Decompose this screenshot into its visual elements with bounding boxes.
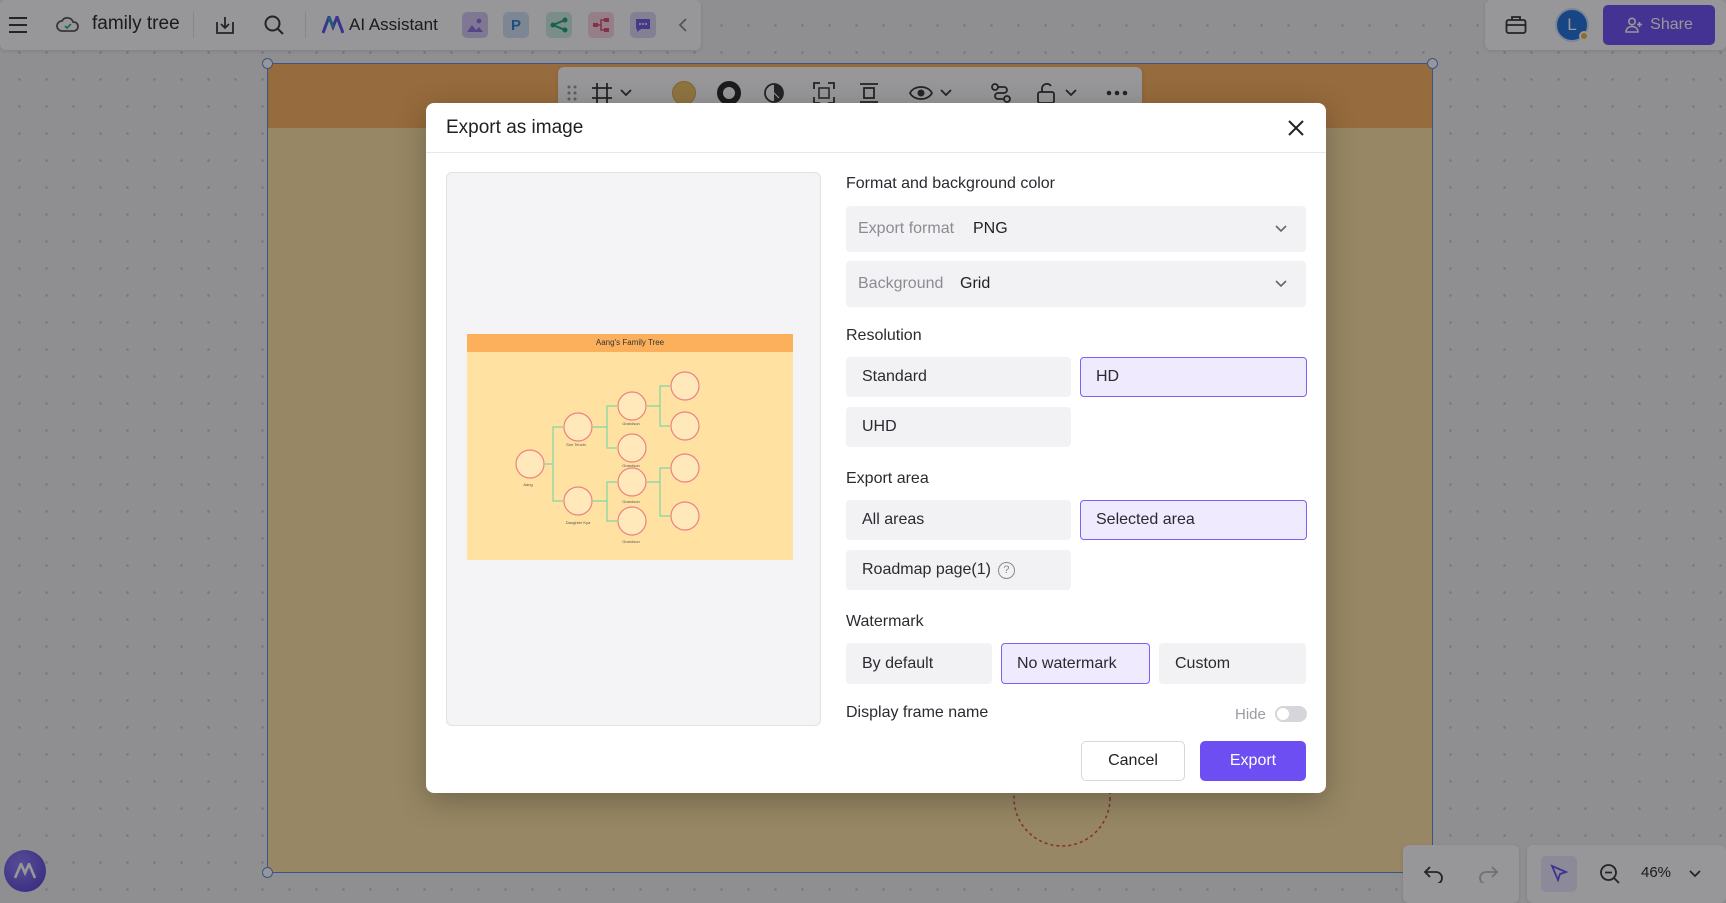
- dialog-title: Export as image: [446, 117, 584, 138]
- watermark-custom-option[interactable]: Custom: [1159, 643, 1306, 684]
- display-frame-name-label: Display frame name: [846, 704, 989, 721]
- area-roadmap-label: Roadmap page(1): [862, 561, 991, 578]
- format-section-title: Format and background color: [846, 175, 1055, 192]
- preview-node-label: Grandson: [622, 421, 640, 426]
- resolution-standard-option[interactable]: Standard: [846, 357, 1071, 397]
- export-button[interactable]: Export: [1200, 741, 1306, 781]
- preview-title: Aang's Family Tree: [467, 334, 793, 352]
- export-format-select[interactable]: Export format PNG: [846, 206, 1306, 252]
- toggle-label: Hide: [1235, 706, 1266, 723]
- watermark-none-option[interactable]: No watermark: [1001, 643, 1150, 684]
- watermark-section-title: Watermark: [846, 613, 924, 630]
- export-format-label: Export format: [858, 220, 955, 237]
- preview-thumbnail: Aang's Family Tree Aang Son Tenzin Daugh…: [467, 334, 793, 560]
- resolution-section-title: Resolution: [846, 327, 922, 344]
- preview-family-tree: Aang Son Tenzin Daughter Kya Grandson Gr…: [515, 371, 700, 544]
- export-area-section-title: Export area: [846, 470, 929, 487]
- area-roadmap-option[interactable]: Roadmap page(1) ?: [846, 550, 1071, 590]
- export-format-value: PNG: [973, 220, 1008, 237]
- dialog-header: Export as image: [426, 103, 1326, 153]
- background-label: Background: [858, 275, 944, 292]
- preview-node-label: Grandson: [622, 499, 640, 504]
- preview-node-label: Son Tenzin: [566, 442, 586, 447]
- resolution-uhd-option[interactable]: UHD: [846, 407, 1071, 447]
- area-all-option[interactable]: All areas: [846, 500, 1071, 540]
- preview-node-label: Grandson: [622, 539, 640, 544]
- close-icon[interactable]: [1284, 116, 1308, 140]
- preview-node-label: Daughter Kya: [566, 520, 591, 525]
- preview-node-label: Grandson: [622, 463, 640, 468]
- toggle-knob: [1277, 708, 1289, 720]
- cancel-button[interactable]: Cancel: [1081, 741, 1185, 781]
- chevron-down-icon: [1273, 276, 1289, 292]
- watermark-default-option[interactable]: By default: [846, 643, 992, 684]
- resolution-hd-option[interactable]: HD: [1080, 357, 1307, 397]
- background-value: Grid: [960, 275, 991, 292]
- help-icon[interactable]: ?: [997, 561, 1015, 579]
- background-select[interactable]: Background Grid: [846, 261, 1306, 307]
- display-frame-name-toggle[interactable]: [1275, 706, 1307, 722]
- export-preview: Aang's Family Tree Aang Son Tenzin Daugh…: [446, 172, 821, 726]
- export-image-dialog: Export as image Aang's Family Tree Aang …: [426, 103, 1326, 793]
- preview-node-label: Aang: [523, 482, 532, 487]
- chevron-down-icon: [1273, 221, 1289, 237]
- area-selected-option[interactable]: Selected area: [1080, 500, 1307, 540]
